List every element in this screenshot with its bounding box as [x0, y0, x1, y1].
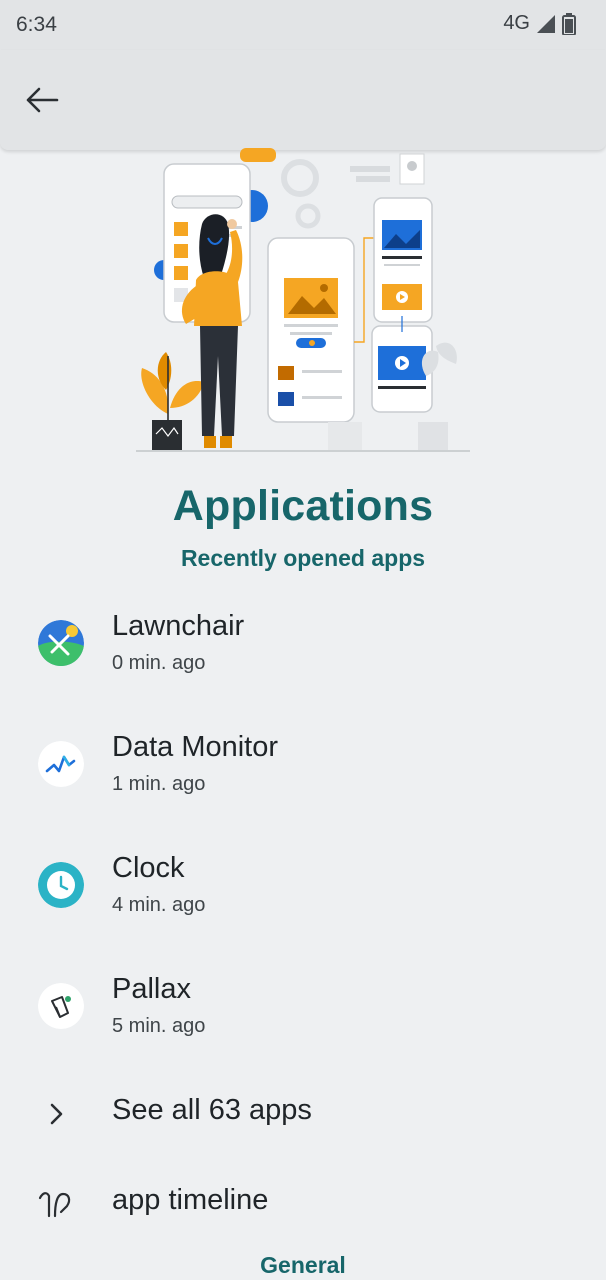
app-timeline-label: app timeline — [112, 1184, 269, 1216]
app-name: Clock — [112, 852, 185, 884]
clock-icon — [38, 862, 84, 908]
arrow-left-icon — [26, 87, 59, 113]
battery-icon — [562, 12, 576, 35]
recent-apps-heading: Recently opened apps — [180, 545, 426, 571]
status-indicators: 4G — [503, 12, 576, 35]
top-app-bar — [0, 50, 606, 150]
app-name: Data Monitor — [112, 731, 279, 763]
see-all-label: See all 63 apps — [112, 1094, 312, 1126]
page-title: Applications — [172, 482, 434, 530]
app-last-opened: 5 min. ago — [112, 1015, 206, 1037]
see-all-apps-button[interactable]: See all 63 apps — [0, 1078, 606, 1148]
section-header-general: General — [260, 1252, 346, 1278]
signal-icon — [537, 14, 555, 33]
status-bar: 6:34 4G — [0, 0, 606, 50]
hero-illustration — [120, 146, 486, 456]
data-monitor-icon — [38, 741, 84, 787]
recent-app-item-lawnchair[interactable]: Lawnchair 0 min. ago — [0, 602, 606, 712]
app-last-opened: 4 min. ago — [112, 894, 206, 916]
back-button[interactable] — [14, 74, 70, 126]
app-last-opened: 0 min. ago — [112, 652, 206, 674]
chevron-right-icon — [36, 1094, 76, 1134]
recent-app-item-data-monitor[interactable]: Data Monitor 1 min. ago — [0, 723, 606, 833]
recent-app-item-clock[interactable]: Clock 4 min. ago — [0, 844, 606, 954]
recent-app-item-pallax[interactable]: Pallax 5 min. ago — [0, 965, 606, 1075]
app-screens-illustration — [136, 148, 470, 452]
timeline-icon — [36, 1184, 76, 1224]
app-name: Pallax — [112, 973, 191, 1005]
status-time: 6:34 — [16, 13, 57, 36]
lawnchair-icon — [38, 620, 84, 666]
pallax-icon — [38, 983, 84, 1029]
network-type: 4G — [503, 12, 530, 34]
app-name: Lawnchair — [112, 610, 245, 642]
app-timeline-item[interactable]: app timeline — [0, 1168, 606, 1238]
app-last-opened: 1 min. ago — [112, 773, 206, 795]
